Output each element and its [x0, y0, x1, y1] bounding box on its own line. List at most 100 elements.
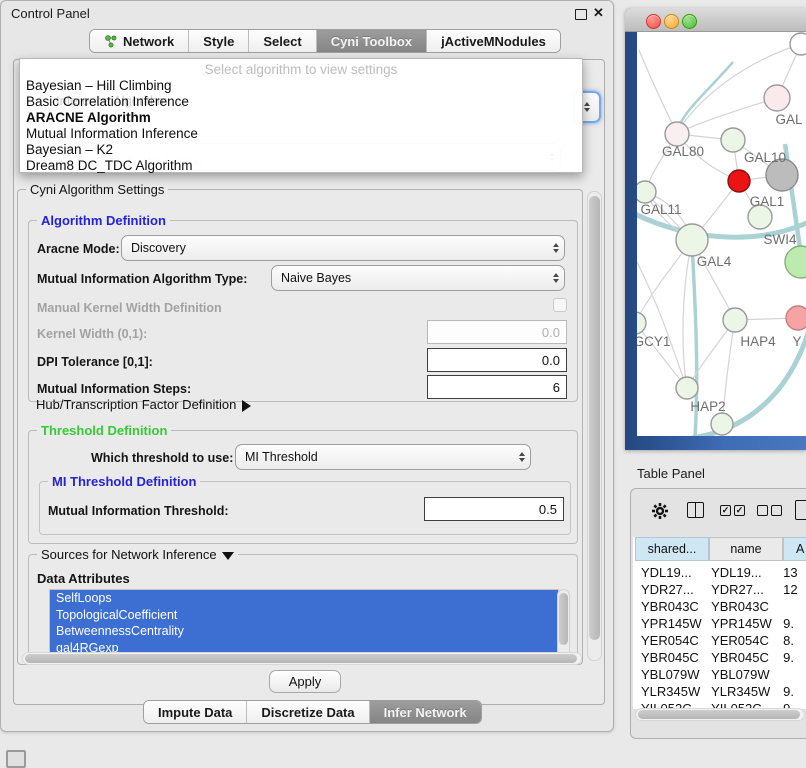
tab-select[interactable]: Select	[249, 30, 316, 52]
column-header-partial[interactable]: A	[783, 537, 806, 561]
float-window-icon[interactable]	[575, 9, 587, 20]
which-threshold-value: MI Threshold	[236, 450, 514, 464]
list-item[interactable]: SelfLoops	[50, 590, 558, 607]
table-row[interactable]: YDL19...YDL19...13	[633, 565, 806, 582]
dpi-tolerance-field[interactable]: 0.0	[427, 348, 567, 372]
tab-jactivemnodules[interactable]: jActiveMNodules	[427, 30, 560, 52]
tab-label: Impute Data	[158, 705, 232, 720]
scrollbar-thumb[interactable]	[25, 654, 577, 663]
table-row[interactable]: YDR27...YDR27...12	[633, 582, 806, 599]
combo-stepper-icon	[514, 452, 530, 462]
dpi-tolerance-value: 0.0	[542, 353, 560, 368]
cyni-algorithm-settings-group: Cyni Algorithm Settings Algorithm Defini…	[17, 189, 583, 665]
apply-button[interactable]: Apply	[269, 670, 341, 693]
tab-cyni-toolbox[interactable]: Cyni Toolbox	[317, 30, 427, 52]
table-row[interactable]: YER054CYER054C8.	[633, 633, 806, 650]
mi-steps-field[interactable]: 6	[427, 375, 567, 399]
network-canvas[interactable]: GAL GAL80 GAL10 GAL1 GAL11 SWI4 GAL4 GCY…	[637, 32, 806, 436]
scrollbar-thumb[interactable]	[638, 710, 800, 719]
which-threshold-select[interactable]: MI Threshold	[235, 444, 531, 470]
mi-type-value: Naive Bayes	[272, 271, 548, 285]
node-salmon[interactable]	[786, 306, 806, 330]
mi-threshold-group: MI Threshold Definition Mutual Informati…	[39, 481, 571, 535]
node-hap2[interactable]	[676, 377, 698, 399]
table-row[interactable]: YLR345WYLR345W9.	[633, 684, 806, 701]
menu-item-bayesian-hill-climbing[interactable]: Bayesian – Hill Climbing	[26, 78, 172, 93]
close-icon[interactable]: ✕	[593, 5, 604, 21]
tab-label: Select	[263, 34, 301, 49]
cell: YBR045C	[633, 650, 707, 667]
menu-item-bayesian-k2[interactable]: Bayesian – K2	[26, 142, 113, 157]
kernel-width-label: Kernel Width (0,1):	[37, 327, 147, 341]
cell: YER054C	[707, 633, 777, 650]
cell: YPR145W	[633, 616, 707, 633]
manual-kernel-checkbox[interactable]	[553, 298, 567, 312]
node-gal-partial[interactable]	[764, 85, 790, 111]
node-gal1[interactable]	[728, 170, 750, 192]
scrollbar-thumb[interactable]	[559, 593, 568, 645]
node-gal10[interactable]	[721, 128, 745, 152]
menu-item-dream8[interactable]: Dream8 DC_TDC Algorithm	[26, 158, 193, 173]
node-gcy1[interactable]	[637, 312, 646, 334]
node-gal4[interactable]	[676, 224, 708, 256]
tab-discretize-data[interactable]: Discretize Data	[247, 701, 369, 723]
checked-box-icon[interactable]: ✓	[734, 505, 745, 516]
list-item[interactable]: TopologicalCoefficient	[50, 607, 558, 624]
tab-impute-data[interactable]: Impute Data	[144, 701, 247, 723]
mi-threshold-field[interactable]: 0.5	[424, 497, 564, 521]
data-attributes-list[interactable]: SelfLoops TopologicalCoefficient Between…	[49, 589, 559, 661]
table-horizontal-scrollbar[interactable]	[635, 708, 805, 721]
node[interactable]	[790, 33, 806, 55]
gear-icon[interactable]	[651, 502, 669, 520]
scrollbar-thumb[interactable]	[589, 196, 600, 640]
maximize-traffic-light[interactable]	[682, 14, 697, 29]
node-gal11[interactable]	[637, 181, 656, 203]
node[interactable]	[711, 413, 733, 435]
aracne-mode-select[interactable]: Discovery	[121, 235, 565, 261]
node-table: shared... name A YDL19...YDL19...13 YDR2…	[633, 537, 806, 709]
node-label: GAL10	[744, 150, 786, 165]
tab-infer-network[interactable]: Infer Network	[370, 701, 481, 723]
kernel-width-field[interactable]: 0.0	[427, 320, 567, 344]
node-label: HAP2	[690, 399, 725, 414]
expand-right-icon	[242, 400, 251, 412]
control-panel-window: Control Panel ✕ Network Style Select Cyn…	[0, 0, 614, 732]
cell: 9.	[777, 616, 806, 633]
column-header-name[interactable]: name	[709, 537, 783, 561]
minimized-panel-icon[interactable]	[6, 750, 26, 768]
node-hap4[interactable]	[723, 308, 747, 332]
algorithm-dropdown-popup: Inference Algorithm Select algorithm to …	[19, 58, 583, 173]
cell: YLR345W	[707, 684, 777, 701]
sources-title[interactable]: Sources for Network Inference	[37, 547, 238, 562]
hub-definition-expander[interactable]: Hub/Transcription Factor Definition	[36, 397, 251, 412]
cell: YBR043C	[633, 599, 707, 616]
menu-item-mutual-information[interactable]: Mutual Information Inference	[26, 126, 198, 141]
table-row[interactable]: YBR043CYBR043C	[633, 599, 806, 616]
tab-network[interactable]: Network	[90, 30, 189, 52]
menu-item-aracne[interactable]: ARACNE Algorithm	[26, 110, 151, 125]
settings-vertical-scrollbar[interactable]	[587, 191, 602, 661]
unchecked-box-icon[interactable]	[771, 505, 782, 516]
document-icon[interactable]	[795, 500, 806, 520]
cell: YBR043C	[707, 599, 777, 616]
attributes-vertical-scrollbar[interactable]	[557, 589, 570, 661]
node-gal80[interactable]	[665, 122, 689, 146]
checked-box-icon[interactable]: ✓	[720, 505, 731, 516]
table-row[interactable]: YBL079WYBL079W	[633, 667, 806, 684]
cell: 13	[777, 565, 806, 582]
column-header-shared-name[interactable]: shared...	[635, 537, 709, 561]
menu-item-basic-correlation[interactable]: Basic Correlation Inference	[26, 94, 189, 109]
close-traffic-light[interactable]	[646, 14, 661, 29]
unchecked-box-icon[interactable]	[757, 505, 768, 516]
node-green[interactable]	[785, 246, 806, 278]
list-item[interactable]: BetweennessCentrality	[50, 623, 558, 640]
minimize-traffic-light[interactable]	[664, 14, 679, 29]
split-columns-icon[interactable]	[687, 502, 704, 518]
table-panel-window: ✓ ✓ shared... name A YDL19...YDL19...13 …	[630, 488, 806, 739]
mi-type-select[interactable]: Naive Bayes	[271, 265, 565, 291]
table-row[interactable]: YPR145WYPR145W9.	[633, 616, 806, 633]
tab-style[interactable]: Style	[189, 30, 249, 52]
node-label: GAL80	[662, 144, 704, 159]
table-row[interactable]: YBR045CYBR045C9.	[633, 650, 806, 667]
settings-horizontal-scrollbar[interactable]	[22, 652, 582, 665]
